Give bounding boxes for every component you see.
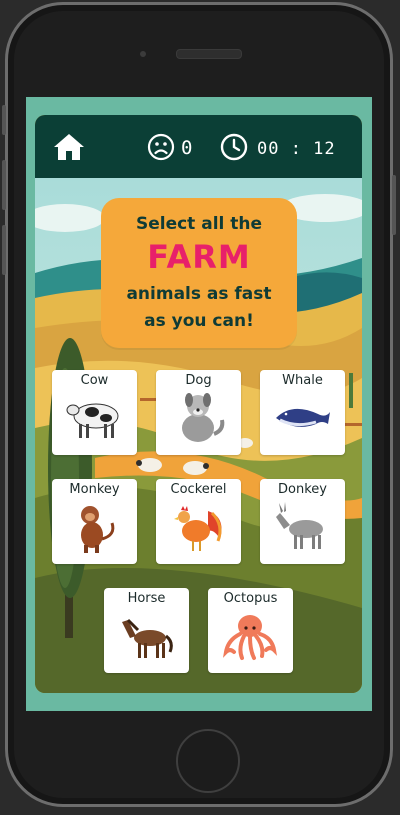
- instruction-line-3: animals as fast: [126, 284, 272, 304]
- home-icon[interactable]: [53, 133, 85, 161]
- rooster-icon: [174, 506, 222, 551]
- earpiece-speaker: [176, 49, 242, 59]
- animal-card-donkey[interactable]: Donkey: [260, 479, 345, 564]
- animal-name: Whale: [282, 373, 323, 388]
- animal-name: Cockerel: [170, 482, 227, 497]
- volume-up-button: [2, 160, 6, 210]
- score-value: 0: [181, 137, 193, 159]
- horse-icon: [122, 618, 173, 658]
- animal-card-whale[interactable]: Whale: [260, 370, 345, 455]
- octopus-icon: [222, 615, 278, 660]
- screen: 0 00 : 12 Select all the FARM animals as…: [26, 97, 372, 711]
- animal-name: Monkey: [69, 482, 120, 497]
- clock-icon: [220, 133, 248, 161]
- animal-name: Dog: [185, 373, 212, 388]
- front-camera: [140, 51, 146, 57]
- instructions-banner: Select all the FARM animals as fast as y…: [101, 198, 297, 348]
- hardware-home-button[interactable]: [176, 729, 240, 793]
- monkey-icon: [81, 506, 115, 553]
- instruction-line-4: as you can!: [144, 311, 254, 331]
- animal-card-cow[interactable]: Cow: [52, 370, 137, 455]
- donkey-icon: [276, 502, 323, 549]
- instruction-highlight: FARM: [147, 238, 251, 276]
- sad-face-icon: [147, 133, 175, 161]
- animal-card-horse[interactable]: Horse: [104, 588, 189, 673]
- power-button: [392, 175, 396, 235]
- animal-name: Horse: [127, 591, 166, 606]
- animal-card-cockerel[interactable]: Cockerel: [156, 479, 241, 564]
- volume-down-button: [2, 225, 6, 275]
- mute-switch: [2, 105, 6, 135]
- animal-card-monkey[interactable]: Monkey: [52, 479, 137, 564]
- animal-name: Donkey: [278, 482, 327, 497]
- animal-card-dog[interactable]: Dog: [156, 370, 241, 455]
- animal-card-octopus[interactable]: Octopus: [208, 588, 293, 673]
- animal-name: Octopus: [223, 591, 278, 606]
- animal-name: Cow: [80, 373, 109, 388]
- game-app: 0 00 : 12 Select all the FARM animals as…: [35, 115, 362, 693]
- timer-value: 00 : 12: [257, 139, 336, 159]
- instruction-line-1: Select all the: [135, 214, 263, 234]
- cow-icon: [66, 403, 119, 438]
- dog-icon: [182, 393, 225, 442]
- game-header: 0 00 : 12: [35, 115, 362, 178]
- whale-icon: [276, 408, 330, 427]
